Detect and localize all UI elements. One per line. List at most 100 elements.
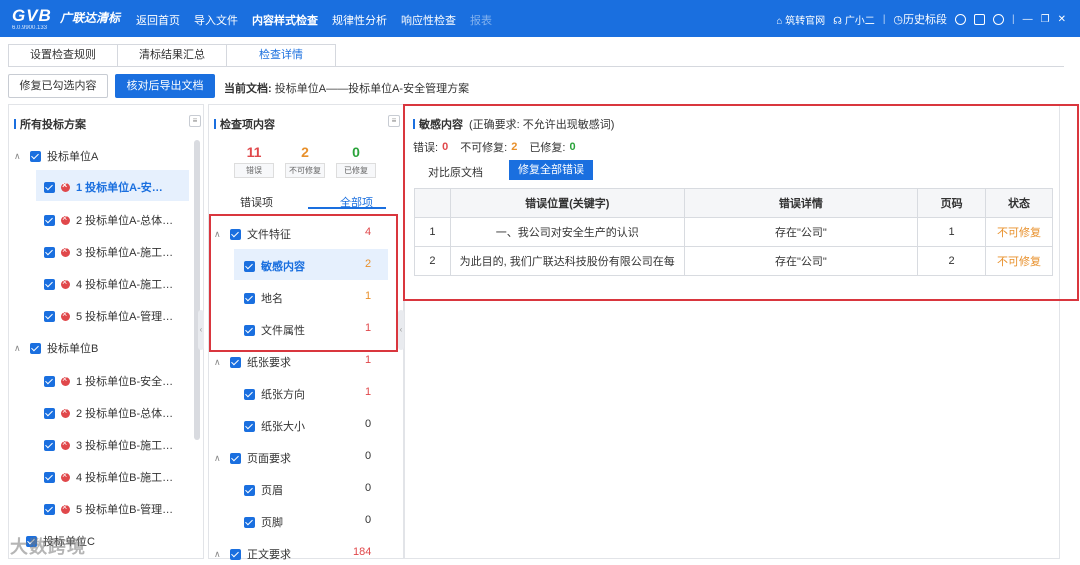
checkbox[interactable] [230, 548, 241, 560]
doc-label: 2 投标单位A-总体… [76, 215, 174, 227]
check-count: 0 [365, 450, 372, 462]
doc-label: 1 投标单位A-安… [76, 182, 163, 194]
export-button[interactable]: 核对后导出文档 [115, 74, 215, 98]
nav-import[interactable]: 导入文件 [194, 12, 238, 28]
info-icon[interactable] [955, 13, 967, 25]
doc-item[interactable]: 1 投标单位A-安… [44, 179, 163, 195]
close-button[interactable]: ✕ [1058, 14, 1066, 25]
check-label: 纸张要求 [247, 357, 291, 369]
current-document-label: 当前文档: [224, 83, 272, 95]
doc-item[interactable]: 1 投标单位B-安全… [44, 373, 173, 389]
checkbox[interactable] [44, 407, 55, 419]
doc-item[interactable]: 2 投标单位B-总体… [44, 405, 173, 421]
group-label: 投标单位B [47, 343, 99, 355]
nav-regularity[interactable]: 规律性分析 [332, 12, 387, 28]
tab-check-rules[interactable]: 设置检查规则 [8, 44, 118, 66]
tab-check-detail[interactable]: 检查详情 [226, 44, 336, 67]
subtab-indicator [308, 207, 386, 209]
check-group-paper[interactable]: ∧ 纸张要求 [214, 354, 291, 370]
chevron-up-icon: ∧ [14, 150, 21, 161]
checkbox[interactable] [44, 503, 55, 515]
highlight-box [403, 104, 1079, 301]
error-icon [61, 245, 70, 257]
checkbox[interactable] [44, 439, 55, 451]
checkbox[interactable] [44, 310, 55, 322]
nav-content-check[interactable]: 内容样式检查 [252, 12, 318, 28]
current-document: 当前文档: 投标单位A——投标单位A-安全管理方案 [224, 80, 469, 96]
checkbox[interactable] [30, 150, 41, 162]
minimize-button[interactable]: — [1023, 14, 1033, 25]
error-icon [61, 502, 70, 514]
doc-item[interactable]: 3 投标单位B-施工… [44, 437, 173, 453]
checkbox[interactable] [44, 246, 55, 258]
collapse-middle-button[interactable]: ≡ [388, 115, 400, 127]
doc-item[interactable]: 2 投标单位A-总体… [44, 212, 173, 228]
check-group-page[interactable]: ∧ 页面要求 [214, 450, 291, 466]
check-item-header[interactable]: 页眉 [244, 482, 283, 498]
checkbox[interactable] [44, 278, 55, 290]
nav-report[interactable]: 报表 [470, 12, 492, 28]
subtab-errors[interactable]: 错误项 [240, 194, 273, 210]
fix-selected-button[interactable]: 修复已勾选内容 [8, 74, 108, 98]
nav-home[interactable]: 返回首页 [136, 12, 180, 28]
checkbox[interactable] [244, 516, 255, 528]
nav-response[interactable]: 响应性检查 [401, 12, 456, 28]
stat-value: 2 [301, 144, 309, 160]
official-site-link[interactable]: ⌂ 筑转官网 [776, 12, 825, 27]
check-label: 页脚 [261, 517, 283, 529]
left-collapse-handle[interactable]: ‹ [198, 310, 204, 350]
doc-item[interactable]: 5 投标单位B-管理… [44, 501, 173, 517]
check-item-footer[interactable]: 页脚 [244, 514, 283, 530]
check-label: 页眉 [261, 485, 283, 497]
assistant-link[interactable]: ☊ 广小二 [833, 12, 875, 27]
checkbox[interactable] [44, 375, 55, 387]
checkbox[interactable] [30, 342, 41, 354]
doc-item[interactable]: 3 投标单位A-施工… [44, 244, 173, 260]
checkbox[interactable] [244, 388, 255, 400]
checkbox[interactable] [44, 214, 55, 226]
checkbox[interactable] [230, 452, 241, 464]
error-icon [61, 309, 70, 321]
doc-item[interactable]: 5 投标单位A-管理… [44, 308, 173, 324]
doc-label: 3 投标单位A-施工… [76, 247, 174, 259]
doc-item[interactable]: 4 投标单位B-施工… [44, 469, 173, 485]
checkbox[interactable] [244, 484, 255, 496]
user-icon[interactable] [993, 13, 1005, 25]
doc-item[interactable]: 4 投标单位A-施工… [44, 276, 173, 292]
message-icon[interactable] [974, 13, 986, 25]
group-b[interactable]: ∧ 投标单位B [14, 340, 98, 356]
app-name: 广联达清标 [60, 11, 121, 25]
check-group-body[interactable]: ∧ 正文要求 [214, 546, 291, 562]
check-count: 1 [365, 354, 372, 366]
checkbox[interactable] [244, 420, 255, 432]
check-count: 184 [353, 546, 372, 558]
check-count: 0 [365, 482, 372, 494]
history-link[interactable]: ◷历史标段 [893, 11, 947, 27]
checkbox[interactable] [44, 471, 55, 483]
official-site-label: 筑转官网 [785, 15, 826, 27]
group-a[interactable]: ∧ 投标单位A [14, 148, 98, 164]
doc-label: 5 投标单位A-管理… [76, 311, 174, 323]
error-icon [61, 277, 70, 289]
checkbox[interactable] [44, 181, 55, 193]
collapse-left-button[interactable]: ≡ [189, 115, 201, 127]
check-item-orientation[interactable]: 纸张方向 [244, 386, 305, 402]
checkbox[interactable] [230, 356, 241, 368]
stat-label: 错误 [234, 163, 274, 178]
left-scrollbar[interactable] [194, 140, 200, 440]
restore-button[interactable]: ❐ [1041, 14, 1050, 25]
doc-label: 1 投标单位B-安全… [76, 376, 174, 388]
check-label: 正文要求 [247, 549, 291, 561]
stat-fixed: 0 已修复 [336, 144, 376, 178]
doc-label: 3 投标单位B-施工… [76, 440, 174, 452]
error-icon [61, 406, 70, 418]
check-count: 0 [365, 418, 372, 430]
stat-label: 已修复 [336, 163, 376, 178]
separator: | [1012, 13, 1015, 25]
assistant-label: 广小二 [844, 15, 875, 27]
stat-unfixable: 2 不可修复 [285, 144, 325, 178]
bid-list-title: 所有投标方案 [14, 116, 86, 132]
error-icon [61, 213, 70, 225]
tab-summary[interactable]: 清标结果汇总 [117, 44, 227, 66]
check-item-paper-size[interactable]: 纸张大小 [244, 418, 305, 434]
